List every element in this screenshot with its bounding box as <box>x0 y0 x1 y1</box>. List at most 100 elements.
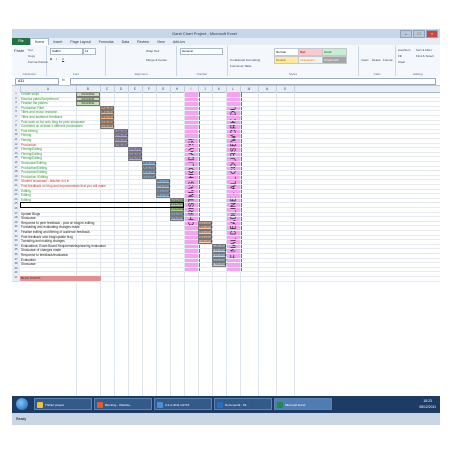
conditional-formatting-button[interactable]: Conditional Formatting <box>230 58 260 62</box>
bold-button[interactable]: B <box>50 57 52 61</box>
wrap-text-button[interactable]: Wrap Text <box>146 49 159 53</box>
number-label: Number <box>196 72 208 76</box>
row-gridline <box>20 239 440 241</box>
row-gridline <box>20 179 440 181</box>
taskbar-item[interactable]: Thriller project <box>34 398 92 410</box>
italic-button[interactable]: I <box>56 57 57 61</box>
copy-button[interactable]: Copy <box>28 54 35 58</box>
taskbar-item[interactable]: Microsoft Excel <box>274 398 332 410</box>
underline-button[interactable]: U <box>62 57 64 61</box>
row-gridline <box>20 151 440 153</box>
window-title: Gantt Chart Project - Microsoft Excel <box>172 31 237 36</box>
name-box[interactable]: A31 <box>15 78 59 85</box>
font-size-select[interactable]: 11 <box>83 48 96 55</box>
taskbar-item-label: Thriller project <box>45 403 65 407</box>
cell-area[interactable]: CHRISTMAS HOLIDAYS! FINAL DEADLINE - ALL… <box>20 92 440 406</box>
row-gridline <box>20 147 440 149</box>
merge-center-button[interactable]: Merge & Center <box>146 58 167 62</box>
gantt-date-cell[interactable]: 17/11/2011 <box>114 142 128 148</box>
format-cells-button[interactable]: Format <box>383 58 393 62</box>
selected-cell[interactable] <box>20 202 184 208</box>
taskbar-item[interactable]: Blocking - Website... <box>94 398 152 410</box>
autosum-button[interactable]: AutoSum <box>398 48 410 52</box>
row-gridline <box>20 280 440 282</box>
gantt-date-cell[interactable]: 04/11/2011 <box>76 101 100 106</box>
row-gridline <box>20 257 440 259</box>
cells-label: Cells <box>373 72 381 76</box>
title-bar: Gantt Chart Project - Microsoft Excel – … <box>12 29 440 38</box>
app-icon <box>217 402 223 408</box>
gantt-date-cell[interactable]: 10/01/2012 <box>198 239 212 244</box>
row-gridline <box>20 211 440 213</box>
row-gridline <box>20 174 440 176</box>
style-bad[interactable]: Bad <box>298 48 323 56</box>
clear-button[interactable]: Clear <box>398 60 405 64</box>
tab-view[interactable]: View <box>153 40 169 44</box>
row-gridline <box>20 248 440 250</box>
row-gridline <box>20 170 440 172</box>
format-painter-button[interactable]: Format Painter <box>28 60 48 64</box>
style-normal[interactable]: Normal <box>274 48 299 56</box>
row-gridline <box>20 138 440 139</box>
task-label[interactable]: Showcase <box>21 262 36 267</box>
number-format-select[interactable]: General <box>180 48 223 55</box>
font-name-select[interactable]: Calibri <box>50 48 83 55</box>
row-gridline <box>20 165 440 167</box>
task-label[interactable]: Post feedback on blog and improvements t… <box>21 184 106 189</box>
formula-input[interactable] <box>70 78 436 85</box>
row-gridline <box>20 262 440 264</box>
styles-group: Conditional Formatting Format as Table N… <box>228 46 359 76</box>
tab-formulas[interactable]: Formulas <box>95 40 118 44</box>
paste-button[interactable]: Paste <box>14 48 24 53</box>
style-good[interactable]: Good <box>322 48 347 56</box>
close-button[interactable]: × <box>426 30 438 38</box>
font-label: Font <box>72 72 79 76</box>
app-icon <box>97 402 103 408</box>
maximize-button[interactable]: □ <box>413 30 425 38</box>
formula-bar: A31 fx <box>12 77 440 86</box>
taskbar-clock[interactable]: 18:23 08/12/2011 <box>419 398 436 410</box>
style-calculation[interactable]: Calculation <box>298 56 323 64</box>
tab-review[interactable]: Review <box>133 40 153 44</box>
alignment-label: Alignment <box>134 72 148 76</box>
worksheet-grid: ABCDEFGHIJKLMNO 1 2 3 4 5 6 7 8 9 10 11 12 13 14 15 16 1… <box>12 86 440 406</box>
row-gridline <box>20 133 440 135</box>
format-as-table-button[interactable]: Format as Table <box>230 64 251 68</box>
gantt-date-cell[interactable]: 22/11/2011 <box>128 156 142 161</box>
gantt-date-cell[interactable]: 16/12/2011 <box>170 216 184 221</box>
blog-posts-row[interactable]: BLOG POSTS <box>20 276 101 281</box>
delete-cells-button[interactable]: Delete <box>372 58 381 62</box>
sort-filter-button[interactable]: Sort & Filter <box>416 48 432 52</box>
gantt-date-cell[interactable]: 01/12/2011 <box>142 174 156 180</box>
tab-insert[interactable]: Insert <box>49 40 66 44</box>
row-gridline <box>20 115 440 116</box>
taskbar-item[interactable]: Document3 - Mi... <box>214 398 272 410</box>
taskbar-item-label: Document3 - Mi... <box>225 403 249 407</box>
style-neutral[interactable]: Neutral <box>274 56 299 64</box>
insert-cells-button[interactable]: Insert <box>361 58 369 62</box>
row-header[interactable]: 41 <box>12 276 20 282</box>
taskbar-item-label: 2-2-2-2011 G2715 <box>165 403 190 407</box>
cut-button[interactable]: Cut <box>28 48 33 52</box>
gantt-date-cell[interactable]: 09/12/2011 <box>156 193 170 198</box>
fill-button[interactable]: Fill <box>398 54 402 58</box>
gantt-date-cell[interactable]: 17/01/2012 <box>212 262 226 267</box>
window-controls: – □ × <box>400 30 438 38</box>
start-button[interactable] <box>16 398 28 410</box>
app-icon <box>277 402 283 408</box>
tab-add-ins[interactable]: Add-Ins <box>169 40 189 44</box>
find-select-button[interactable]: Find & Select <box>416 54 434 58</box>
clock-date: 08/12/2011 <box>419 405 436 409</box>
style-check-cell[interactable]: Check Cell <box>322 56 347 64</box>
fx-icon[interactable]: fx <box>62 78 65 82</box>
windows-taskbar: 18:23 08/12/2011 Thriller project Blockin… <box>12 396 440 413</box>
taskbar-item[interactable]: 2-2-2-2011 G2715 <box>154 398 212 410</box>
minimize-button[interactable]: – <box>400 30 412 38</box>
ribbon-tabs: File Home Insert Page Layout Formulas Data Rev… <box>12 37 440 46</box>
excel-window: Gantt Chart Project - Microsoft Excel – … <box>12 29 440 425</box>
gantt-date-cell[interactable]: 11/11/2011 <box>100 124 114 129</box>
tab-data[interactable]: Data <box>118 40 134 44</box>
tab-file[interactable]: File <box>12 38 30 45</box>
tab-page-layout[interactable]: Page Layout <box>66 40 94 44</box>
clipboard-label: Clipboard <box>22 72 36 76</box>
